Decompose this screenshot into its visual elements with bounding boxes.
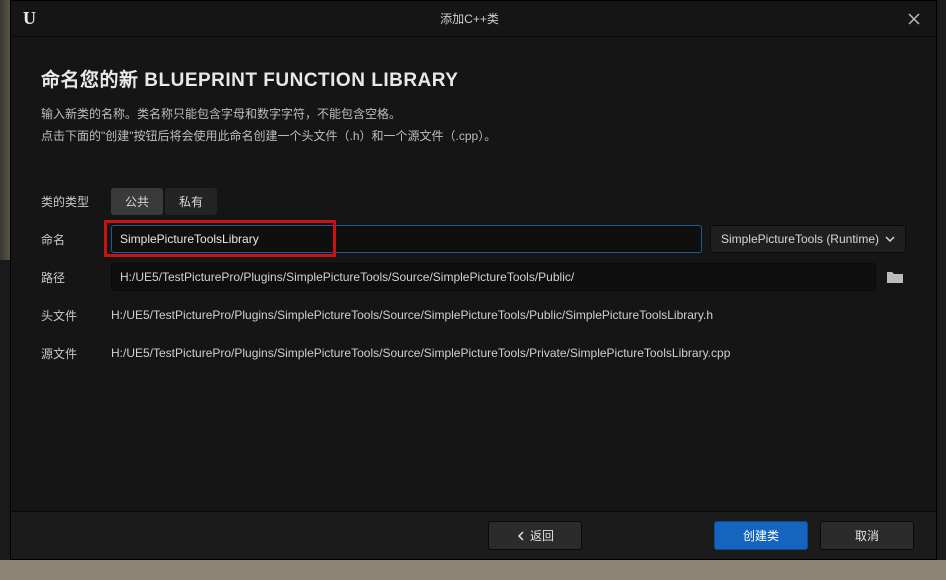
name-label: 命名 <box>41 231 111 248</box>
row-class-type: 类的类型 公共 私有 <box>41 187 906 215</box>
path-input-wrap <box>111 263 906 291</box>
chevron-left-icon <box>516 531 526 541</box>
spacer <box>41 377 906 511</box>
row-header-file: 头文件 H:/UE5/TestPicturePro/Plugins/Simple… <box>41 301 906 329</box>
row-name: 命名 SimplePictureTools (Runtime) <box>41 225 906 253</box>
name-input-wrap: SimplePictureTools (Runtime) <box>111 225 906 253</box>
cancel-button[interactable]: 取消 <box>820 521 914 550</box>
page-title: 命名您的新 BLUEPRINT FUNCTION LIBRARY <box>41 65 906 92</box>
titlebar: U 添加C++类 <box>11 1 936 37</box>
back-button-label: 返回 <box>530 527 554 544</box>
close-button[interactable] <box>900 5 928 33</box>
tab-private[interactable]: 私有 <box>165 188 217 215</box>
create-button-label: 创建类 <box>743 527 779 544</box>
footer-bar: 返回 创建类 取消 <box>11 511 936 559</box>
source-file-value: H:/UE5/TestPicturePro/Plugins/SimplePict… <box>111 346 730 360</box>
chevron-down-icon <box>885 234 895 244</box>
path-label: 路径 <box>41 269 111 286</box>
plugin-selector-label: SimplePictureTools (Runtime) <box>721 232 879 246</box>
path-input[interactable] <box>111 263 876 291</box>
class-type-label: 类的类型 <box>41 193 111 210</box>
folder-icon <box>886 270 904 284</box>
plugin-selector[interactable]: SimplePictureTools (Runtime) <box>710 225 906 253</box>
header-file-label: 头文件 <box>41 307 111 324</box>
close-icon <box>908 13 920 25</box>
cancel-button-label: 取消 <box>855 527 879 544</box>
desc-line-1: 输入新类的名称。类名称只能包含字母和数字字符，不能包含空格。 <box>41 104 906 126</box>
page-title-prefix: 命名您的新 <box>41 70 144 91</box>
class-type-tabs: 公共 私有 <box>111 188 217 215</box>
class-name-input[interactable] <box>111 225 702 253</box>
row-source-file: 源文件 H:/UE5/TestPicturePro/Plugins/Simple… <box>41 339 906 367</box>
desc-line-2: 点击下面的"创建"按钮后将会使用此命名创建一个头文件（.h）和一个源文件（.cp… <box>41 126 906 148</box>
dialog-window: U 添加C++类 命名您的新 BLUEPRINT FUNCTION LIBRAR… <box>10 0 937 560</box>
header-file-value: H:/UE5/TestPicturePro/Plugins/SimplePict… <box>111 308 713 322</box>
background-strip-left <box>0 0 10 260</box>
content-area: 命名您的新 BLUEPRINT FUNCTION LIBRARY 输入新类的名称… <box>11 37 936 511</box>
unreal-logo: U <box>19 7 39 31</box>
row-path: 路径 <box>41 263 906 291</box>
back-button[interactable]: 返回 <box>488 521 582 550</box>
window-title: 添加C++类 <box>39 10 900 27</box>
background-strip-bottom <box>0 560 946 580</box>
source-file-label: 源文件 <box>41 345 111 362</box>
tab-public[interactable]: 公共 <box>111 188 163 215</box>
page-description: 输入新类的名称。类名称只能包含字母和数字字符，不能包含空格。 点击下面的"创建"… <box>41 104 906 147</box>
browse-folder-button[interactable] <box>884 266 906 288</box>
page-title-strong: BLUEPRINT FUNCTION LIBRARY <box>144 70 458 91</box>
create-class-button[interactable]: 创建类 <box>714 521 808 550</box>
